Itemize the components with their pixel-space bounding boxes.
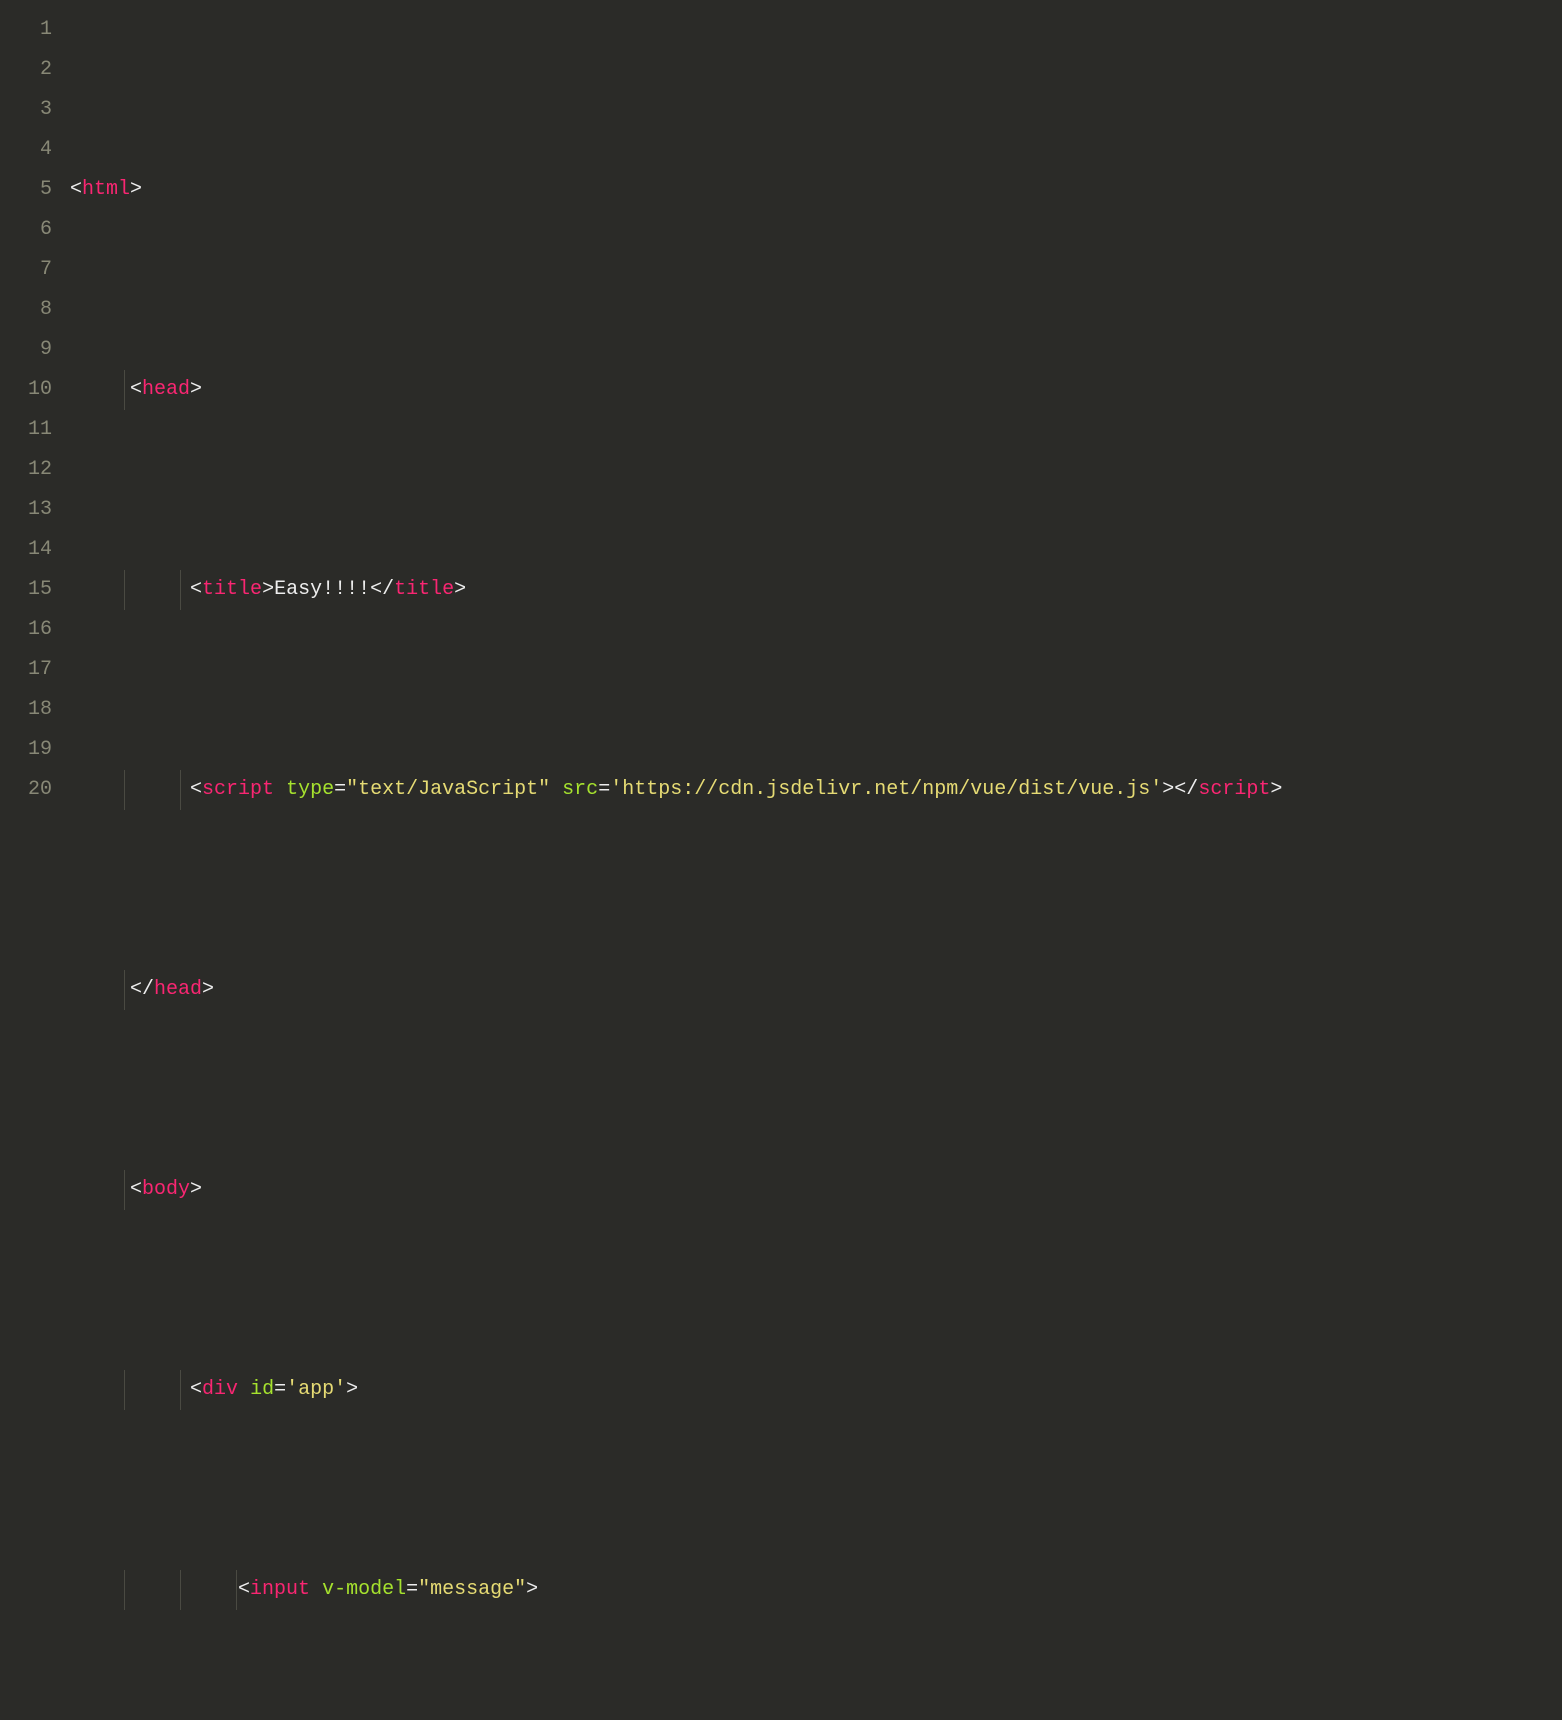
line-number: 10 bbox=[0, 370, 52, 410]
line-number: 7 bbox=[0, 250, 52, 290]
line-number: 19 bbox=[0, 730, 52, 770]
line-number: 18 bbox=[0, 690, 52, 730]
line-number: 15 bbox=[0, 570, 52, 610]
line-number: 16 bbox=[0, 610, 52, 650]
code-line[interactable]: <html> bbox=[70, 170, 1562, 210]
code-line[interactable]: </head> bbox=[70, 970, 1562, 1010]
code-line[interactable]: <div id='app'> bbox=[70, 1370, 1562, 1410]
line-number: 8 bbox=[0, 290, 52, 330]
code-area[interactable]: <html> <head> <title>Easy!!!!</title> <s… bbox=[70, 10, 1562, 860]
line-number: 3 bbox=[0, 90, 52, 130]
code-line[interactable]: <title>Easy!!!!</title> bbox=[70, 570, 1562, 610]
code-line[interactable]: <script type="text/JavaScript" src='http… bbox=[70, 770, 1562, 810]
line-number: 11 bbox=[0, 410, 52, 450]
code-line[interactable]: <input v-model="message"> bbox=[70, 1570, 1562, 1610]
line-number: 5 bbox=[0, 170, 52, 210]
line-number: 20 bbox=[0, 770, 52, 810]
line-number: 14 bbox=[0, 530, 52, 570]
line-number: 13 bbox=[0, 490, 52, 530]
code-line[interactable]: <head> bbox=[70, 370, 1562, 410]
line-number: 1 bbox=[0, 10, 52, 50]
line-number-gutter: 1 2 3 4 5 6 7 8 9 10 11 12 13 14 15 16 1… bbox=[0, 10, 70, 860]
line-number: 6 bbox=[0, 210, 52, 250]
line-number: 4 bbox=[0, 130, 52, 170]
line-number: 12 bbox=[0, 450, 52, 490]
line-number: 17 bbox=[0, 650, 52, 690]
line-number: 9 bbox=[0, 330, 52, 370]
code-line[interactable]: <body> bbox=[70, 1170, 1562, 1210]
line-number: 2 bbox=[0, 50, 52, 90]
code-editor[interactable]: 1 2 3 4 5 6 7 8 9 10 11 12 13 14 15 16 1… bbox=[0, 0, 1562, 860]
